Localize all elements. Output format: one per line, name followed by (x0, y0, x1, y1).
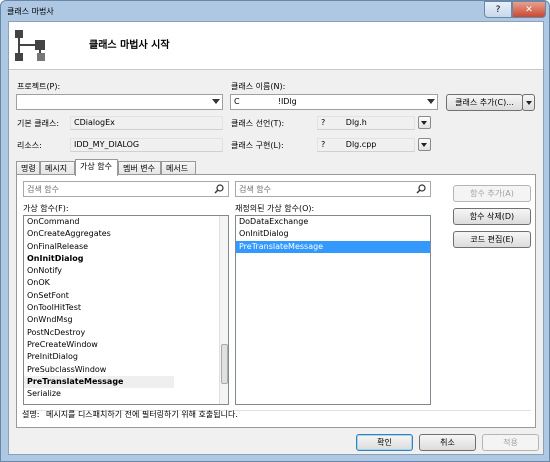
cancel-button[interactable]: 취소 (419, 434, 476, 451)
class-implementation-label: 클래스 구현(L): (231, 141, 284, 150)
overridden-functions-label: 재정의된 가상 함수(O): (235, 204, 315, 213)
ok-button[interactable]: 확인 (356, 434, 413, 451)
scrollbar-thumb[interactable] (221, 344, 228, 384)
class-wizard-icon (15, 30, 45, 61)
class-implementation-dropdown[interactable] (418, 138, 431, 151)
list-item[interactable]: OnWndMsg (24, 314, 228, 326)
resource-label: 리소스: (17, 141, 42, 150)
virtual-functions-list[interactable]: OnCommand OnCreateAggregates OnFinalRele… (23, 215, 229, 405)
list-item[interactable]: PreInitDialog (24, 351, 228, 363)
virtual-functions-label: 가상 함수(F): (23, 204, 69, 213)
overridden-functions-list[interactable]: DoDataExchange OnInitDialog PreTranslate… (235, 215, 431, 405)
base-class-field: CDialogEx (70, 116, 223, 130)
class-wizard-window: 클래스 마법사 ? ✕ 클래스 마법사 시작 프로젝트(P): 클래스 이름(N… (0, 0, 550, 462)
dialog-client-area: 클래스 마법사 시작 프로젝트(P): 클래스 이름(N): C !IDlg 클… (8, 21, 544, 455)
tab-commands[interactable]: 명령 (16, 161, 40, 175)
help-button[interactable]: ? (484, 1, 512, 18)
window-title: 클래스 마법사 (7, 7, 54, 16)
tab-methods[interactable]: 메서드 (161, 161, 196, 175)
list-item[interactable]: OnFinalRelease (24, 241, 228, 253)
list-item[interactable]: PreTranslateMessage (24, 375, 174, 389)
class-declaration-field: ? Dlg.h (317, 116, 415, 130)
class-declaration-value: Dlg.h (345, 118, 367, 127)
search-icon[interactable] (214, 184, 224, 194)
search-icon[interactable] (416, 184, 426, 194)
chevron-down-icon (525, 100, 532, 105)
vertical-scrollbar[interactable] (219, 216, 228, 404)
list-item[interactable]: PreTranslateMessage (236, 240, 430, 253)
tab-panel: 검색 함수 검색 함수 가상 함수(F): 재정의된 가상 함수(O): OnC… (16, 174, 536, 428)
project-combobox[interactable] (16, 94, 223, 110)
add-class-button[interactable]: 클래스 추가(C)... (446, 94, 523, 111)
class-name-combobox[interactable]: C !IDlg (230, 94, 438, 110)
list-item[interactable]: PostNcDestroy (24, 327, 228, 339)
tab-virtual-functions[interactable]: 가상 함수 (75, 159, 118, 176)
class-implementation-prefix: ? (321, 140, 326, 149)
class-implementation-value: Dlg.cpp (345, 140, 377, 149)
delete-function-button[interactable]: 함수 삭제(D) (453, 208, 531, 225)
add-class-dropdown[interactable] (522, 94, 535, 111)
tab-messages[interactable]: 메시지 (40, 161, 75, 175)
class-declaration-label: 클래스 선언(T): (231, 119, 285, 128)
chevron-down-icon (427, 99, 435, 104)
title-bar: 클래스 마법사 ? ✕ (1, 1, 549, 21)
list-item[interactable]: PreCreateWindow (24, 339, 228, 351)
list-item[interactable]: OnInitDialog (236, 228, 430, 240)
base-class-label: 기본 클래스: (17, 119, 60, 128)
search-placeholder: 검색 함수 (239, 185, 271, 194)
list-item[interactable]: OnOK (24, 277, 228, 289)
tab-member-variables[interactable]: 멤버 변수 (118, 161, 161, 175)
class-declaration-dropdown[interactable] (418, 116, 431, 129)
virtual-functions-items: OnCommand OnCreateAggregates OnFinalRele… (24, 216, 228, 400)
list-item[interactable]: Serialize (24, 388, 228, 400)
search-placeholder: 검색 함수 (27, 185, 59, 194)
list-item[interactable]: OnCommand (24, 216, 228, 228)
class-implementation-field: ? Dlg.cpp (317, 138, 415, 152)
list-item[interactable]: OnSetFont (24, 290, 228, 302)
description-bar: 설명: 메시지를 디스패치하기 전에 필터링하기 위해 호출됩니다. (22, 409, 238, 420)
apply-button[interactable]: 적용 (482, 434, 539, 451)
list-item[interactable]: DoDataExchange (236, 216, 430, 228)
list-item[interactable]: OnInitDialog (24, 253, 228, 265)
chevron-down-icon (212, 99, 220, 104)
class-declaration-prefix: ? (321, 118, 326, 127)
add-function-button[interactable]: 함수 추가(A) (453, 185, 531, 202)
description-text: 메시지를 디스패치하기 전에 필터링하기 위해 호출됩니다. (45, 410, 238, 419)
wizard-title: 클래스 마법사 시작 (89, 40, 170, 51)
wizard-header: 클래스 마법사 시작 (9, 22, 543, 70)
close-button[interactable]: ✕ (512, 1, 546, 18)
overridden-function-search-input[interactable]: 검색 함수 (235, 181, 431, 197)
list-item[interactable]: OnCreateAggregates (24, 228, 228, 240)
description-label: 설명: (22, 410, 40, 419)
resource-field: IDD_MY_DIALOG (70, 138, 223, 152)
edit-code-button[interactable]: 코드 편집(E) (453, 231, 531, 248)
list-item[interactable]: PreSubclassWindow (24, 364, 228, 376)
list-item[interactable]: OnNotify (24, 265, 228, 277)
class-name-label: 클래스 이름(N): (231, 82, 286, 91)
virtual-function-search-input[interactable]: 검색 함수 (23, 181, 229, 197)
list-item[interactable]: OnToolHitTest (24, 302, 228, 314)
class-name-value: C !IDlg (234, 97, 297, 106)
project-label: 프로젝트(P): (17, 82, 61, 91)
